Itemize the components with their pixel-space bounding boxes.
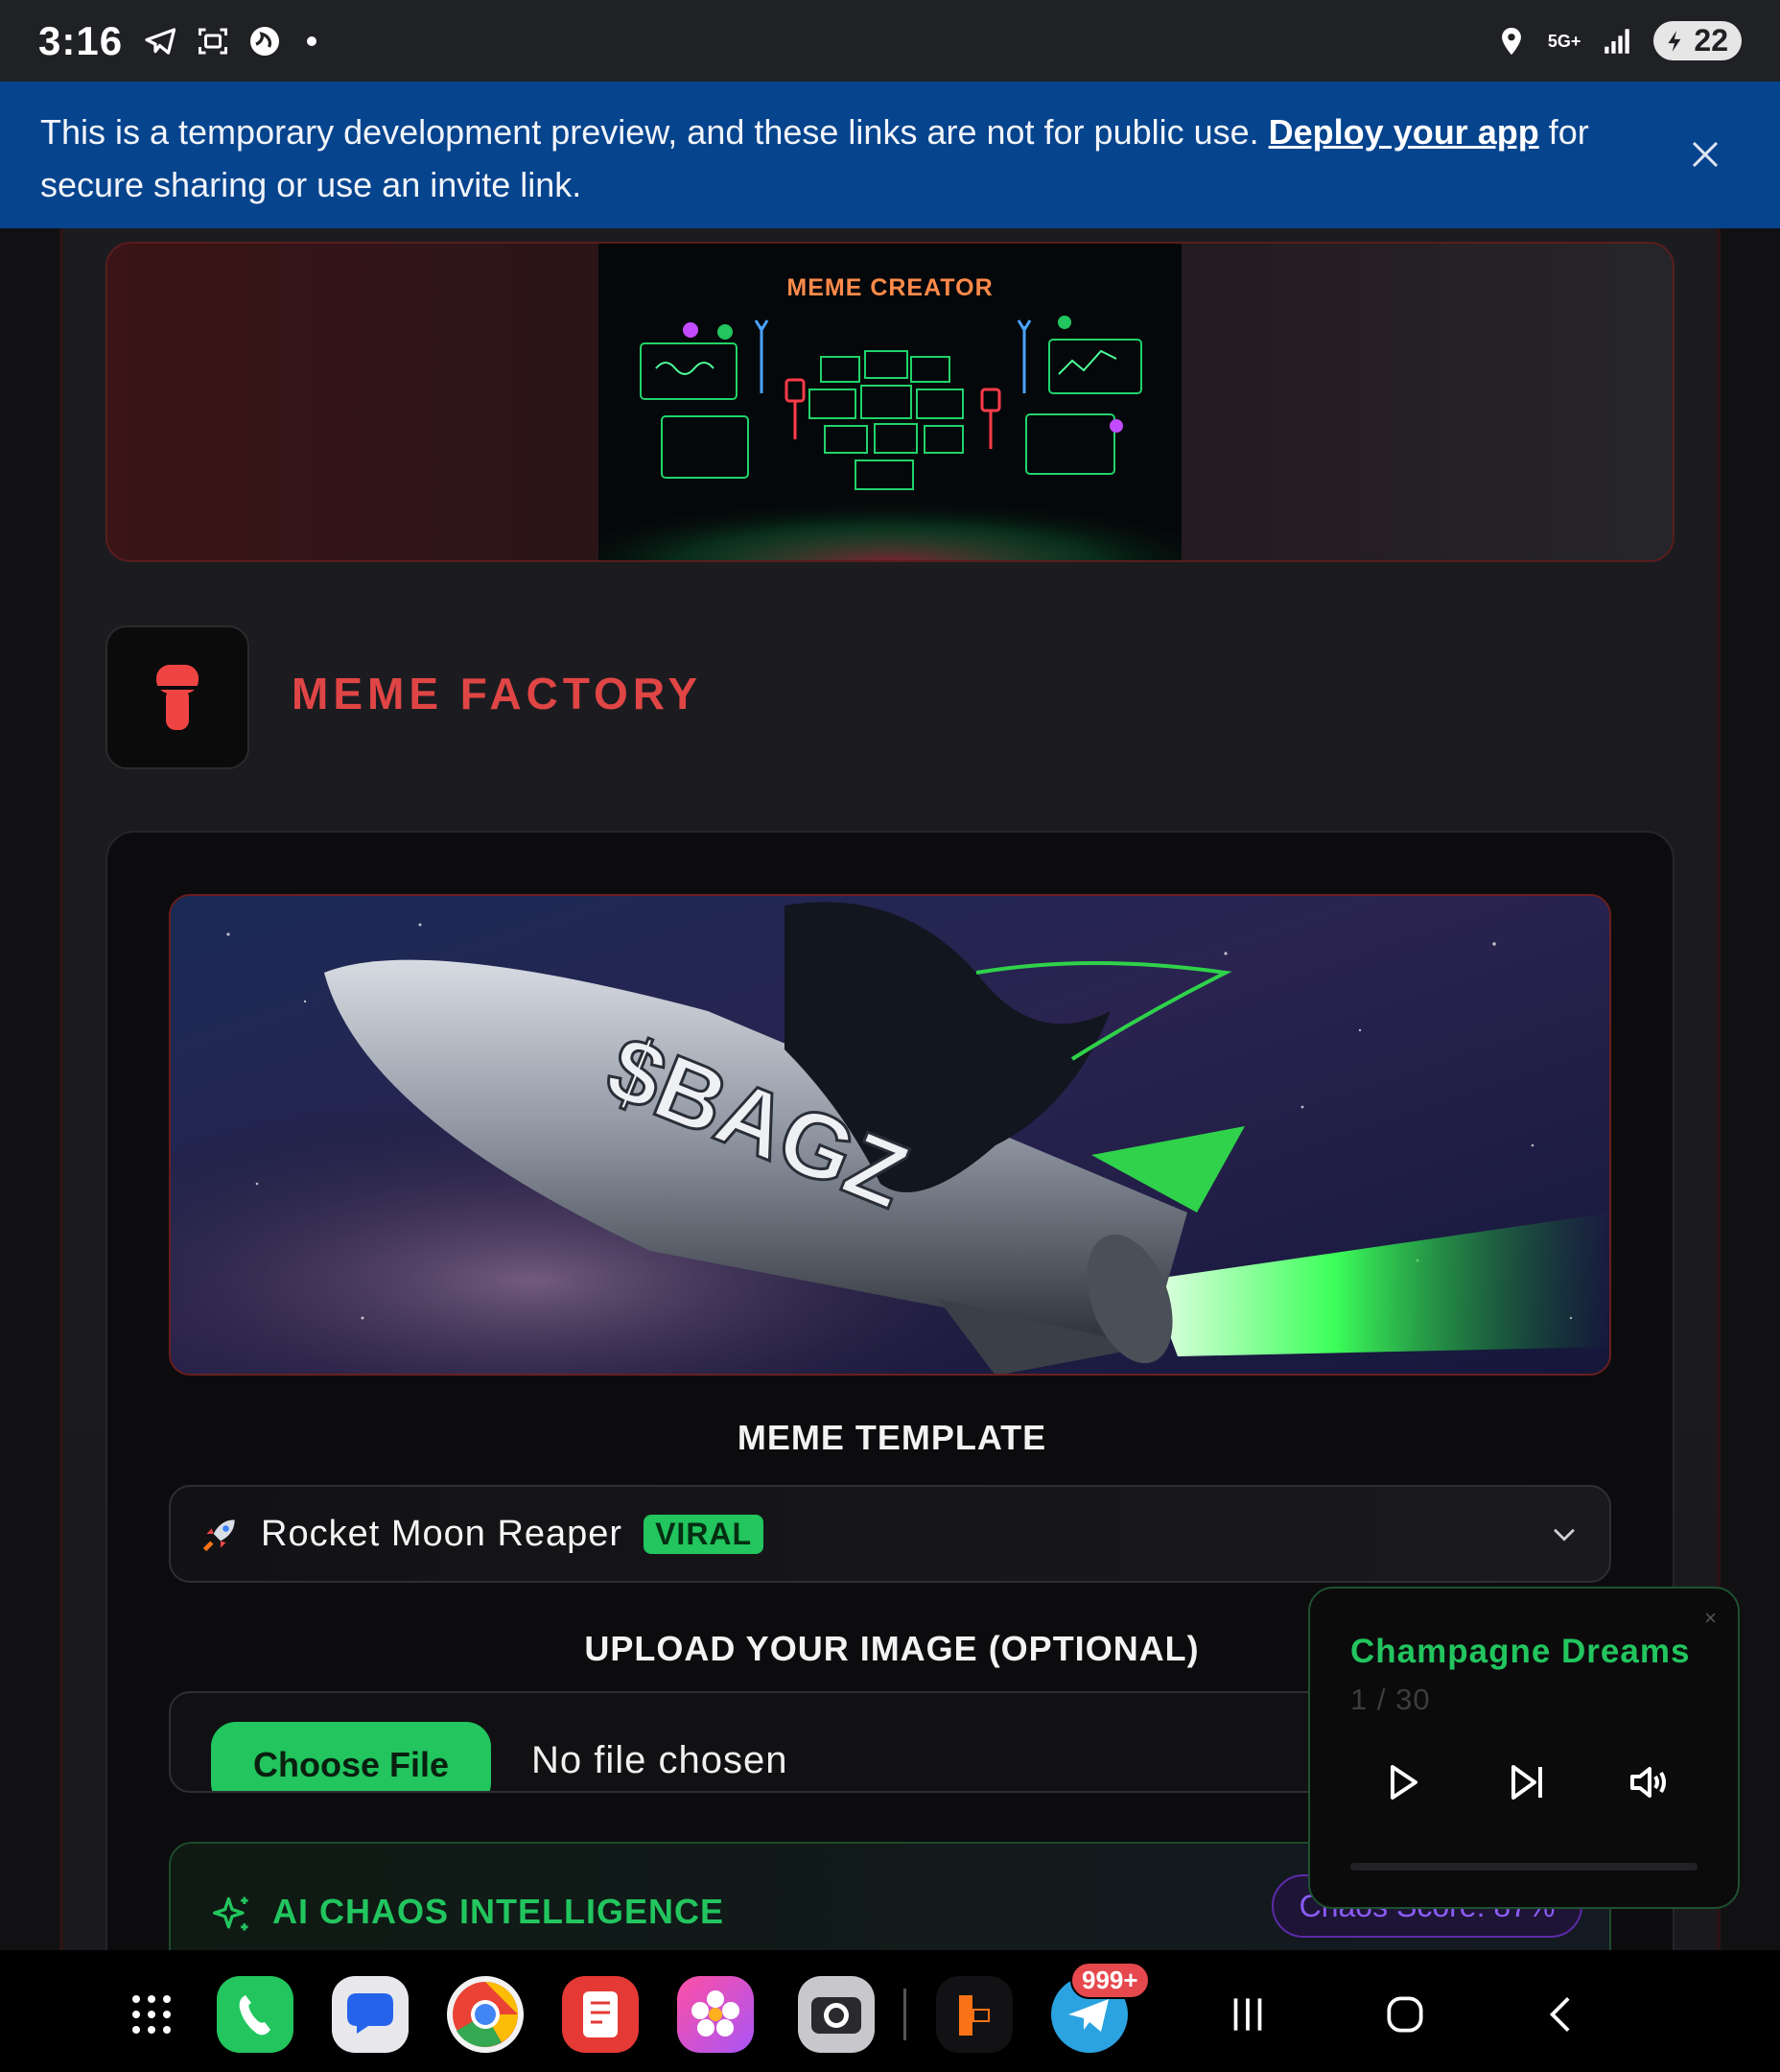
sparkles-icon xyxy=(213,1896,248,1931)
close-banner-icon[interactable] xyxy=(1688,137,1722,172)
telegram-notification-badge: 999+ xyxy=(1070,1962,1150,1999)
meme-template-select[interactable]: Rocket Moon Reaper VIRAL xyxy=(169,1485,1611,1583)
screenshot-icon xyxy=(194,22,232,60)
banner-text: This is a temporary development preview,… xyxy=(40,106,1613,211)
file-status-text: No file chosen xyxy=(531,1739,788,1781)
player-close-button[interactable]: × xyxy=(1704,1606,1717,1631)
rocket-icon xyxy=(202,1519,235,1552)
charging-icon xyxy=(1668,30,1681,52)
dev-preview-banner: This is a temporary development preview,… xyxy=(0,82,1780,228)
mushroom-logo-icon xyxy=(156,665,199,730)
dock-divider xyxy=(903,1989,906,2040)
track-title: Champagne Dreams xyxy=(1350,1633,1691,1670)
music-player: × Champagne Dreams 1 / 30 xyxy=(1308,1587,1740,1909)
gallery-app-icon[interactable] xyxy=(677,1976,754,2053)
status-system-icons: 5G+ 22 xyxy=(1492,21,1742,60)
recent-apps-icon[interactable] xyxy=(1224,1990,1272,2038)
messages-app-icon[interactable] xyxy=(332,1976,409,2053)
phone-app-icon[interactable] xyxy=(217,1976,293,2053)
ai-chaos-title: AI CHAOS INTELLIGENCE xyxy=(272,1892,725,1931)
meme-factory-title: MEME FACTORY xyxy=(292,669,703,718)
back-icon[interactable] xyxy=(1538,1990,1586,2038)
notes-app-icon[interactable] xyxy=(562,1976,639,2053)
battery-level: 22 xyxy=(1694,23,1728,58)
battery-indicator: 22 xyxy=(1653,21,1742,60)
hero-banner: MEME CREATOR xyxy=(105,242,1675,562)
telegram-icon xyxy=(142,22,180,60)
status-time: 3:16 xyxy=(38,17,124,63)
status-bar: 3:16 5G+ 22 xyxy=(0,0,1780,82)
banner-text-before: This is a temporary development preview,… xyxy=(40,112,1269,152)
playback-progress-bar[interactable] xyxy=(1350,1863,1698,1871)
screen: 3:16 5G+ 22 This is a temporary developm… xyxy=(0,0,1780,2072)
recent-app-icon[interactable] xyxy=(936,1976,1013,2053)
app-logo xyxy=(105,625,249,769)
system-dock: 999+ xyxy=(0,1950,1780,2072)
app-drawer-icon[interactable] xyxy=(113,1976,190,2053)
volume-icon[interactable] xyxy=(1627,1759,1673,1805)
swirl-app-icon xyxy=(246,22,284,60)
hero-title: MEME CREATOR xyxy=(786,274,994,301)
deploy-app-link[interactable]: Deploy your app xyxy=(1269,112,1539,152)
home-icon[interactable] xyxy=(1381,1990,1429,2038)
status-notification-icons xyxy=(142,22,317,60)
chevron-down-icon xyxy=(1554,1528,1575,1542)
camera-app-icon[interactable] xyxy=(798,1976,875,2053)
choose-file-button[interactable]: Choose File xyxy=(211,1722,491,1791)
meme-preview-image: $BAGZ xyxy=(169,894,1611,1376)
location-icon xyxy=(1492,22,1531,60)
chrome-app-icon[interactable] xyxy=(447,1976,524,2053)
signal-icon xyxy=(1598,22,1636,60)
meme-creator-hero-image: MEME CREATOR xyxy=(598,244,1182,560)
skip-next-icon[interactable] xyxy=(1504,1759,1550,1805)
play-icon[interactable] xyxy=(1379,1759,1425,1805)
track-counter: 1 / 30 xyxy=(1350,1683,1431,1716)
meme-template-label: MEME TEMPLATE xyxy=(737,1418,1047,1457)
rocket-reaper-illustration: $BAGZ xyxy=(171,896,1609,1374)
more-notifications-dot xyxy=(307,35,317,46)
viral-badge: VIRAL xyxy=(644,1514,764,1554)
network-type: 5G+ xyxy=(1547,31,1581,51)
selected-template-name: Rocket Moon Reaper xyxy=(261,1513,623,1554)
